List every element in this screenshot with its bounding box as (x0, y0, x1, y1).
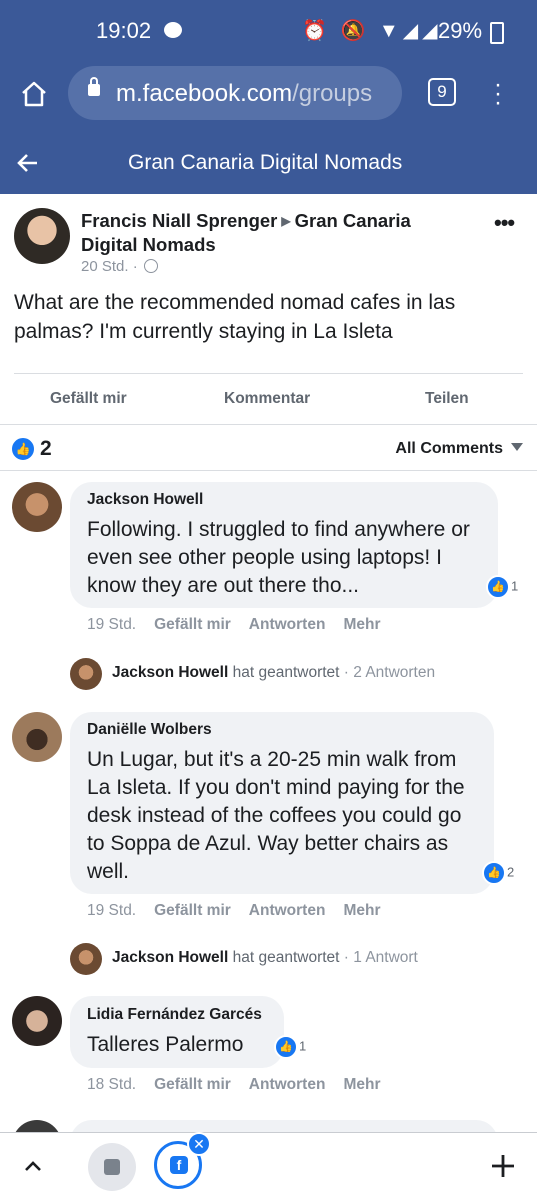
comment-reply-button[interactable]: Antworten (249, 616, 326, 633)
group-header: Gran Canaria Digital Nomads (0, 132, 537, 194)
battery-percent: 29% (438, 18, 483, 43)
commenter-avatar[interactable] (12, 482, 62, 532)
status-time: 19:02 (96, 18, 152, 43)
reply-avatar (70, 658, 102, 690)
thumbs-up-icon: 👍 (274, 1035, 298, 1059)
comment-sort-dropdown[interactable]: All Comments (395, 440, 523, 458)
commenter-name[interactable]: Daniëlle Wolbers (87, 721, 212, 739)
home-icon[interactable] (20, 80, 48, 108)
commenter-name[interactable]: Jackson Howell (87, 491, 203, 509)
post-action-bar: Gefällt mir Kommentar Teilen (0, 374, 537, 424)
globe-icon (143, 259, 158, 273)
share-button[interactable]: Teilen (425, 390, 469, 408)
chevron-up-icon[interactable] (22, 1155, 44, 1177)
facebook-icon: f (170, 1156, 188, 1174)
plus-icon[interactable] (490, 1153, 516, 1179)
tab-switcher-button[interactable]: 9 (428, 78, 456, 106)
comment-time[interactable]: 18 Std. (87, 1076, 136, 1093)
divider (0, 424, 537, 425)
post-author-avatar[interactable] (14, 208, 70, 264)
post-author-name[interactable]: Francis Niall Sprenger (81, 210, 277, 231)
like-button[interactable]: Gefällt mir (50, 390, 127, 408)
comment-time[interactable]: 19 Std. (87, 902, 136, 919)
comment-like-button[interactable]: Gefällt mir (154, 616, 231, 633)
thumbs-up-icon: 👍 (486, 575, 510, 599)
messenger-notification-icon (164, 22, 182, 38)
comment-meta: 19 Std. Gefällt mir Antworten Mehr (87, 616, 380, 634)
comment-meta: 18 Std. Gefällt mir Antworten Mehr (87, 1076, 380, 1094)
page-title: Gran Canaria Digital Nomads (128, 151, 403, 174)
browser-bottom-bar: f ✕ (0, 1132, 537, 1201)
browser-toolbar: m.facebook.com/groups 9 · · · (0, 62, 537, 132)
comment-text: Following. I struggled to find anywhere … (87, 518, 470, 597)
more-options-icon[interactable]: ••• (494, 210, 515, 236)
battery-icon (490, 22, 504, 44)
commenter-avatar[interactable] (12, 712, 62, 762)
url-text: m.facebook.com/groups (116, 80, 373, 107)
post-text: What are the recommended nomad cafes in … (14, 291, 456, 343)
comment-reactions[interactable]: 👍 1 (274, 1035, 306, 1059)
divider (0, 470, 537, 471)
tab-thumbnail[interactable] (88, 1143, 136, 1191)
comment-like-button[interactable]: Gefällt mir (154, 1076, 231, 1093)
arrow-right-icon: ▶ (281, 214, 291, 228)
comment-reactions[interactable]: 👍 1 (486, 575, 518, 599)
reply-avatar (70, 943, 102, 975)
like-count: 2 (40, 437, 52, 460)
browser-menu-icon[interactable]: · · · (494, 73, 502, 115)
comment-reply-button[interactable]: Antworten (249, 902, 326, 919)
caret-down-icon (511, 443, 523, 451)
comment-text: Un Lugar, but it's a 20-25 min walk from… (87, 748, 465, 883)
comment-more-button[interactable]: Mehr (343, 616, 380, 633)
commenter-avatar[interactable] (12, 996, 62, 1046)
comment-like-button[interactable]: Gefällt mir (154, 902, 231, 919)
post-author-line: Francis Niall Sprenger ▶ Gran Canaria Digi… (81, 209, 441, 257)
comment-more-button[interactable]: Mehr (343, 902, 380, 919)
comment-button[interactable]: Kommentar (224, 390, 310, 408)
address-bar[interactable]: m.facebook.com/groups (68, 66, 402, 120)
back-arrow-icon[interactable] (16, 151, 40, 175)
close-icon[interactable]: ✕ (187, 1132, 211, 1156)
commenter-name[interactable]: Lidia Fernández Garcés (87, 1006, 262, 1024)
post-timestamp[interactable]: 20 Std. · (81, 258, 158, 275)
comment-reactions[interactable]: 👍 2 (482, 861, 514, 885)
comment-meta: 19 Std. Gefällt mir Antworten Mehr (87, 902, 380, 920)
status-icons: ⏰ 🔕 ▼◢◢ (302, 20, 442, 42)
thumbs-up-icon: 👍 (482, 861, 506, 885)
lock-icon (88, 77, 100, 96)
comment-more-button[interactable]: Mehr (343, 1076, 380, 1093)
thumbs-up-icon: 👍 (10, 436, 36, 462)
comment-time[interactable]: 19 Std. (87, 616, 136, 633)
comment-reply-button[interactable]: Antworten (249, 1076, 326, 1093)
facebook-tab[interactable]: f ✕ (154, 1132, 211, 1189)
status-bar: 19:02 ⏰ 🔕 ▼◢◢ 29% (0, 0, 537, 62)
comment-text: Talleres Palermo (87, 1033, 244, 1056)
